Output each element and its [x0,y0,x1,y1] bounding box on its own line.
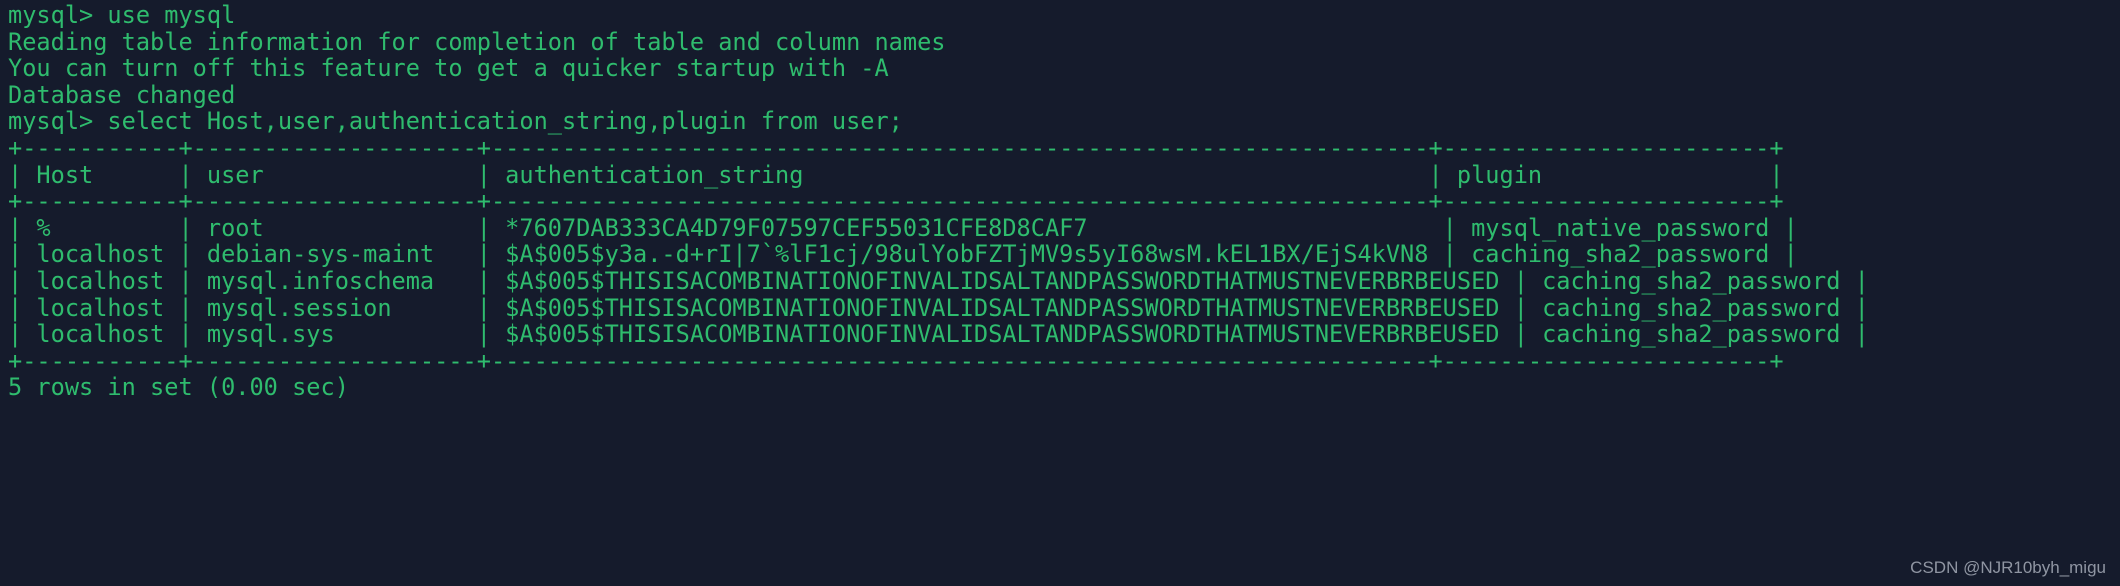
terminal-output[interactable]: mysql> use mysql Reading table informati… [8,2,2114,401]
terminal-screen: mysql> use mysql Reading table informati… [0,0,2120,586]
table-row: | localhost | mysql.session | $A$005$THI… [8,293,1869,322]
table-header-row: | Host | user | authentication_string | … [8,160,1784,189]
table-border-bottom: +-----------+--------------------+------… [8,346,1784,375]
table-border-top: +-----------+--------------------+------… [8,133,1784,162]
table-row: | localhost | mysql.sys | $A$005$THISISA… [8,320,1869,349]
terminal-line-use-mysql: mysql> use mysql [8,1,236,29]
table-row: | % | root | *7607DAB333CA4D79F07597CEF5… [8,213,1798,242]
table-border-header: +-----------+--------------------+------… [8,187,1784,216]
terminal-line-select-query: mysql> select Host,user,authentication_s… [8,107,903,136]
terminal-line-reading-table-info: Reading table information for completion… [8,27,946,56]
terminal-line-database-changed: Database changed [8,80,236,109]
table-row: | localhost | debian-sys-maint | $A$005$… [8,240,1798,269]
table-row: | localhost | mysql.infoschema | $A$005$… [8,266,1869,295]
csdn-watermark: CSDN @NJR10byh_migu [1910,558,2106,577]
terminal-line-turn-off-hint: You can turn off this feature to get a q… [8,54,889,83]
result-summary: 5 rows in set (0.00 sec) [8,373,349,402]
